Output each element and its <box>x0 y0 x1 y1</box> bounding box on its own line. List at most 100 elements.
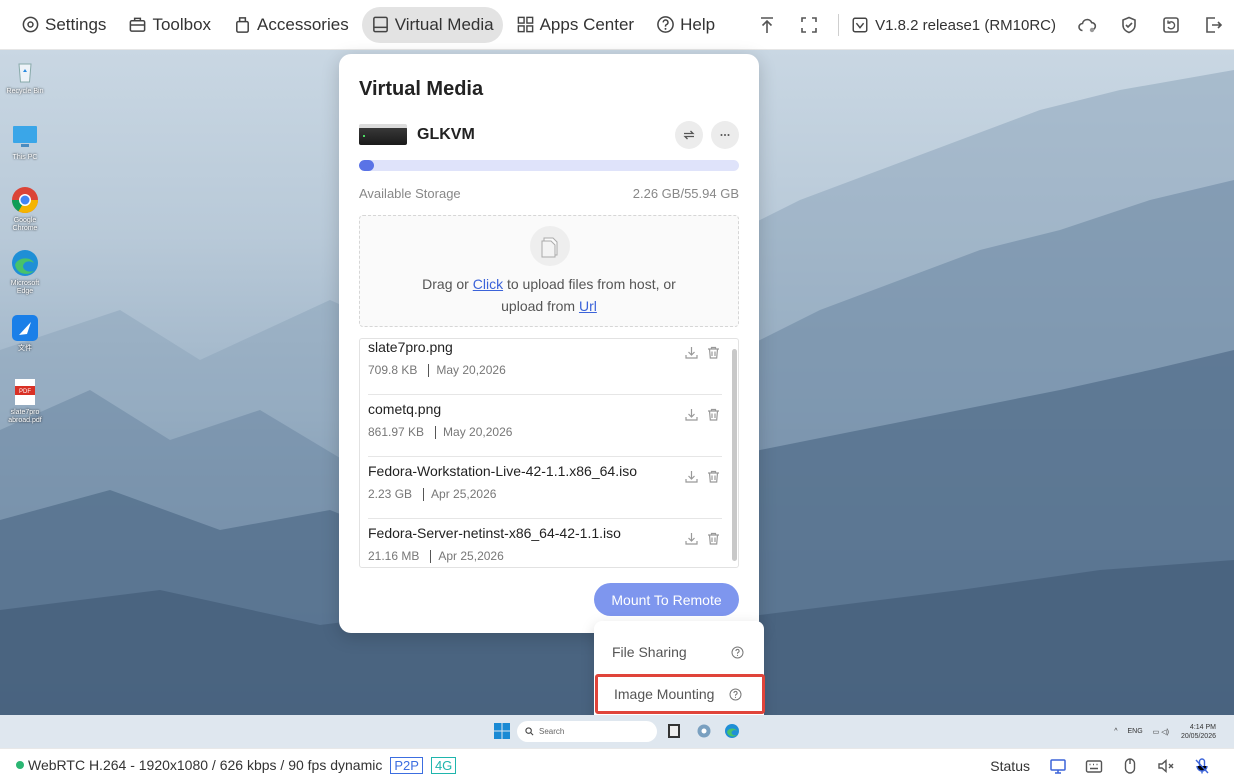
fullscreen-button[interactable] <box>788 7 830 43</box>
nav-apps-center[interactable]: Apps Center <box>507 7 644 43</box>
search-icon <box>525 727 534 736</box>
speaker-muted-icon <box>1158 758 1174 773</box>
taskbar-search-placeholder: Search <box>539 727 565 736</box>
file-meta: 709.8 KB May 20,2026 <box>368 363 506 377</box>
file-list-scrollbar[interactable] <box>732 349 737 561</box>
desktop-icon-label: This PC <box>12 154 38 161</box>
microphone-button[interactable] <box>1184 757 1220 775</box>
dropdown-item-label: Image Mounting <box>614 686 715 702</box>
storage-label: Available Storage <box>359 186 461 201</box>
trash-icon <box>708 346 719 359</box>
desktop-icon-edge[interactable]: Microsoft Edge <box>4 248 46 296</box>
virtual-media-panel: Virtual Media GLKVM Available Storage 2.… <box>339 54 759 633</box>
download-icon <box>685 409 698 421</box>
delete-button[interactable] <box>706 345 722 361</box>
file-explorer-taskbar-icon[interactable] <box>668 724 680 738</box>
storage-value: 2.26 GB/55.94 GB <box>632 186 739 201</box>
panel-title: Virtual Media <box>359 78 484 100</box>
device-name: GLKVM <box>417 126 475 143</box>
cloud-status-button[interactable] <box>1066 7 1108 43</box>
upload-url-link[interactable]: Url <box>579 298 597 314</box>
delete-button[interactable] <box>706 531 722 547</box>
delete-button[interactable] <box>706 407 722 423</box>
edge-taskbar-icon[interactable] <box>724 723 740 739</box>
question-circle-icon[interactable] <box>729 688 742 701</box>
storage-progress-fill <box>359 160 375 171</box>
trash-icon <box>708 532 719 545</box>
nav-virtual-media[interactable]: Virtual Media <box>361 6 503 43</box>
download-button[interactable] <box>684 407 700 423</box>
upload-dropzone[interactable]: Drag or Click to upload files from host,… <box>359 215 739 327</box>
desktop-icon-recycle-bin[interactable]: Recycle Bin <box>4 56 46 96</box>
language-indicator[interactable]: ENG <box>1128 728 1143 735</box>
version-check-icon <box>852 17 868 33</box>
file-name: Fedora-Workstation-Live-42-1.1.x86_64.is… <box>368 463 637 479</box>
toolbar-divider <box>838 14 840 36</box>
version-info[interactable]: V1.8.2 release1 (RM10RC) <box>847 16 1066 34</box>
nav-settings-label: Settings <box>45 14 107 34</box>
dropdown-item-file-sharing[interactable]: File Sharing <box>594 632 764 672</box>
tray-expand-icon[interactable]: ^ <box>1114 728 1117 735</box>
nav-accessories[interactable]: Accessories <box>224 7 358 43</box>
accessories-icon <box>236 17 250 33</box>
refresh-button[interactable] <box>675 121 703 149</box>
download-icon <box>685 533 698 545</box>
restart-button[interactable] <box>1150 7 1192 43</box>
desktop-icon-files[interactable]: 文件 <box>4 313 46 353</box>
taskbar-clock[interactable]: 4:14 PM 20/05/2026 <box>1181 723 1216 741</box>
desktop-icon-this-pc[interactable]: This PC <box>4 122 46 162</box>
download-button[interactable] <box>684 531 700 547</box>
download-button[interactable] <box>684 469 700 485</box>
download-icon <box>685 471 698 483</box>
nav-toolbox[interactable]: Toolbox <box>119 7 220 43</box>
keyboard-button[interactable] <box>1076 757 1112 775</box>
windows-start-icon[interactable] <box>494 723 510 739</box>
security-button[interactable] <box>1108 7 1150 43</box>
display-button[interactable] <box>1040 757 1076 775</box>
file-row[interactable]: Fedora-Workstation-Live-42-1.1.x86_64.is… <box>368 457 722 519</box>
more-options-button[interactable] <box>711 121 739 149</box>
file-row[interactable]: Fedora-Server-netinst-x86_64-42-1.1.iso … <box>368 519 722 567</box>
mount-mode-dropdown: File Sharing Image Mounting <box>594 621 765 724</box>
file-name: Fedora-Server-netinst-x86_64-42-1.1.iso <box>368 525 621 541</box>
delete-button[interactable] <box>706 469 722 485</box>
mount-to-remote-button[interactable]: Mount To Remote <box>594 583 739 616</box>
clock-time: 4:14 PM <box>1189 723 1216 731</box>
upload-text-part3: upload from <box>501 298 579 314</box>
mute-button[interactable] <box>1148 757 1184 775</box>
file-row[interactable]: cometq.png 861.97 KB May 20,2026 <box>368 395 722 457</box>
upload-top-button[interactable] <box>746 7 788 43</box>
svg-text:PDF: PDF <box>19 389 31 395</box>
desktop-icon-pdf[interactable]: PDF slate7pro abroad.pdf <box>4 377 46 425</box>
nav-settings[interactable]: Settings <box>12 7 115 43</box>
apps-icon <box>517 16 533 33</box>
taskbar-search[interactable]: Search <box>517 721 657 742</box>
clock-date: 20/05/2026 <box>1180 732 1216 740</box>
logout-icon <box>1206 17 1223 33</box>
upload-click-link[interactable]: Click <box>473 276 503 292</box>
dropdown-item-image-mounting[interactable]: Image Mounting <box>595 674 765 714</box>
logout-button[interactable] <box>1192 7 1234 43</box>
status-label[interactable]: Status <box>990 758 1030 774</box>
connection-status-dot <box>16 761 24 769</box>
file-date: Apr 25,2026 <box>438 549 504 563</box>
nav-accessories-label: Accessories <box>257 14 349 34</box>
nav-help[interactable]: Help <box>647 7 724 43</box>
stream-info: WebRTC H.264 - 1920x1080 / 626 kbps / 90… <box>28 757 383 773</box>
nav-apps-center-label: Apps Center <box>539 14 635 34</box>
app-taskbar-icon[interactable] <box>696 723 712 739</box>
files-app-icon <box>12 315 38 341</box>
kvm-device-image <box>359 124 407 145</box>
microphone-muted-icon <box>1195 757 1209 773</box>
desktop-icon-chrome[interactable]: Google Chrome <box>4 185 46 233</box>
file-name: cometq.png <box>368 401 442 417</box>
file-row[interactable]: slate7pro.png 709.8 KB May 20,2026 <box>368 339 722 395</box>
download-button[interactable] <box>684 345 700 361</box>
status-bar-controls: Status <box>990 749 1220 781</box>
monitor-icon <box>13 126 37 147</box>
mouse-button[interactable] <box>1112 757 1148 775</box>
upload-text-part2: to upload files from host, or <box>503 276 676 292</box>
network-volume-icons[interactable]: ▭ ◁) <box>1153 728 1169 736</box>
question-circle-icon[interactable] <box>731 646 744 659</box>
status-bar: WebRTC H.264 - 1920x1080 / 626 kbps / 90… <box>0 748 1234 781</box>
